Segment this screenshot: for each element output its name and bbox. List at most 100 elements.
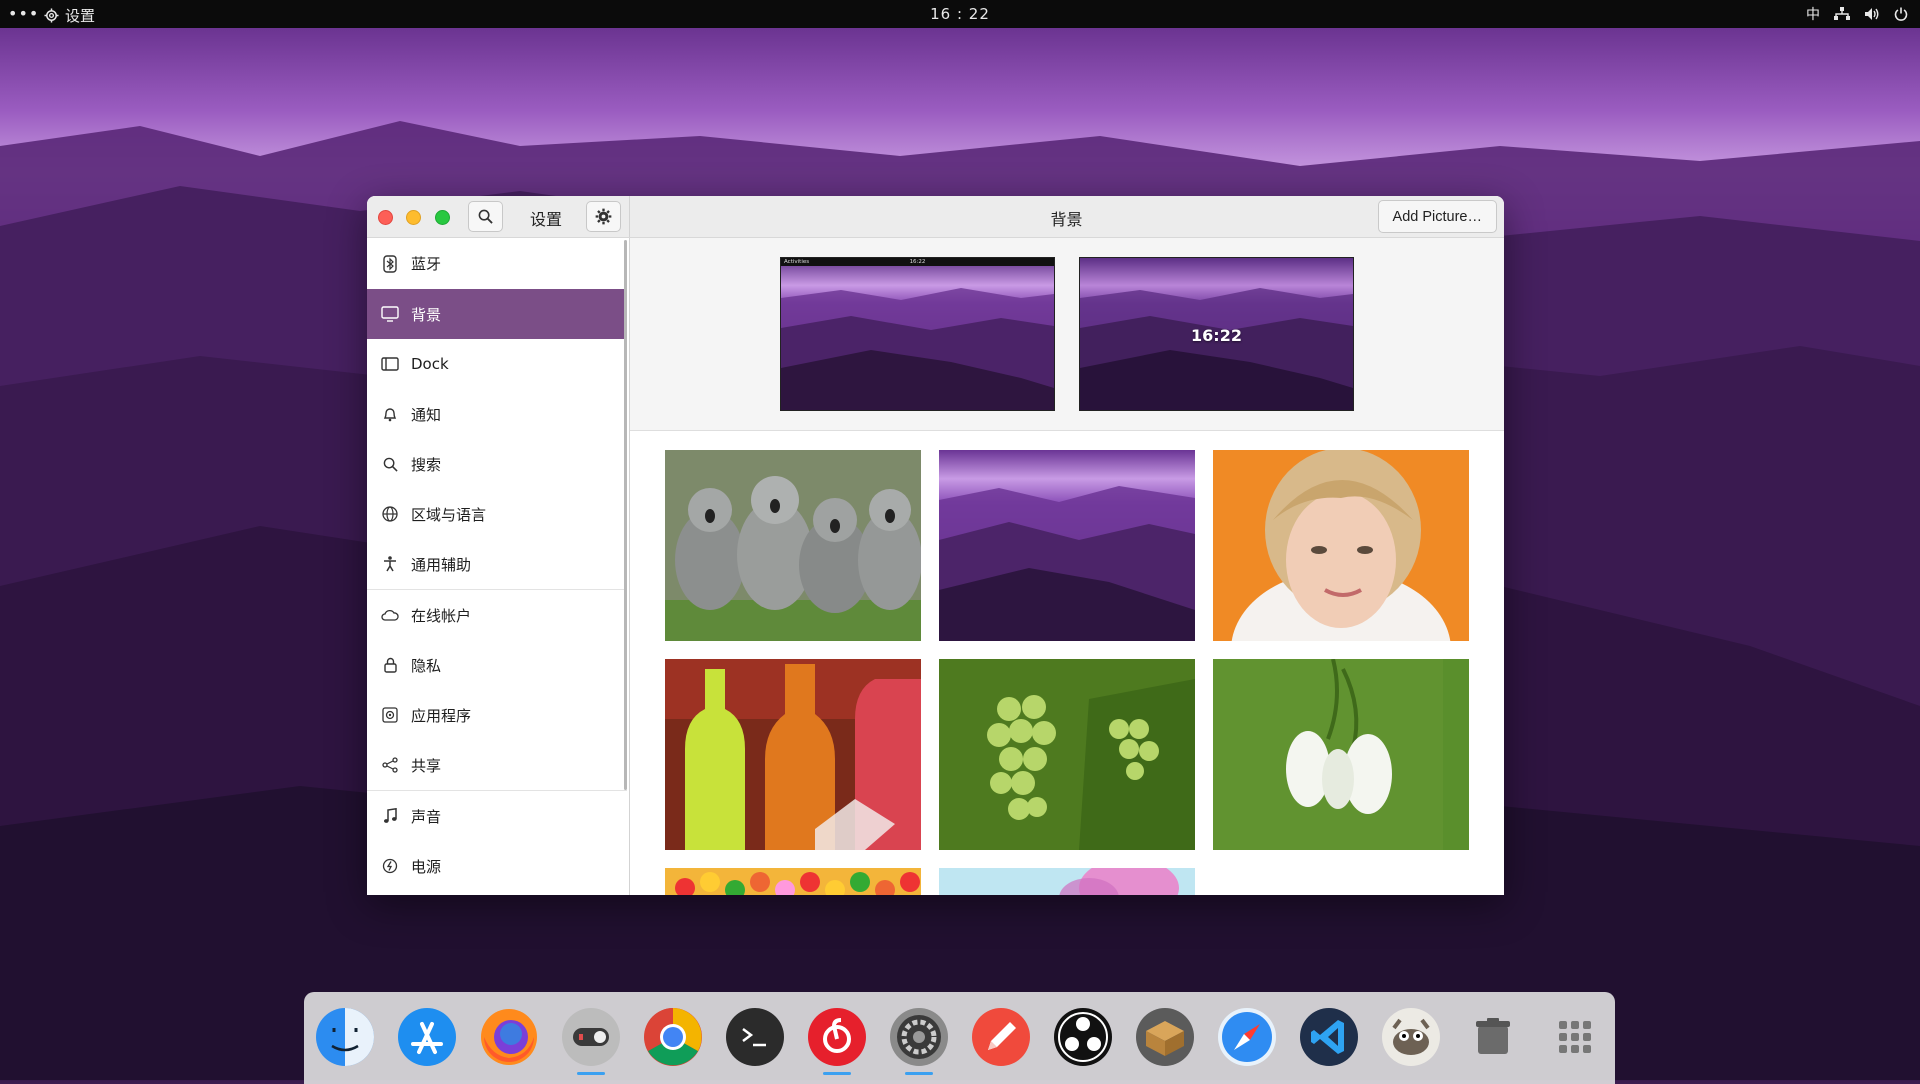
terminal-icon[interactable] <box>724 1006 786 1068</box>
sidebar-item-applications[interactable]: 应用程序 <box>367 690 627 740</box>
sketch-pencil-icon[interactable] <box>970 1006 1032 1068</box>
globe-icon <box>381 505 399 523</box>
network-icon[interactable] <box>1834 7 1850 21</box>
sidebar: 蓝牙 背景 Dock 通知 搜索 区域与语言 通用辅助 在线帐户 隐私 应用程序… <box>367 238 630 895</box>
sidebar-item-label: 区域与语言 <box>411 505 487 524</box>
sidebar-item-accessibility[interactable]: 通用辅助 <box>367 539 627 589</box>
safari-icon[interactable] <box>1216 1006 1278 1068</box>
background-panel: Activities 16:22 16:22 <box>630 238 1504 895</box>
sidebar-item-label: 蓝牙 <box>411 255 442 273</box>
dock <box>304 992 1615 1084</box>
candy-image <box>665 868 921 895</box>
preview-clock-label: 16:22 <box>909 259 926 265</box>
input-method-indicator[interactable]: 中 <box>1806 4 1820 24</box>
clock[interactable]: 16 : 22 <box>0 5 1920 23</box>
wallpaper-thumbnail-portrait[interactable] <box>1213 450 1469 641</box>
sidebar-scrollbar[interactable] <box>624 240 627 790</box>
toggle-settings-icon[interactable] <box>560 1006 622 1068</box>
gimp-icon[interactable] <box>1380 1006 1442 1068</box>
minimize-button[interactable] <box>406 210 421 225</box>
grapes-image <box>939 659 1195 850</box>
dock-icon <box>381 355 399 373</box>
app-grid-icon[interactable] <box>1544 1006 1606 1068</box>
preview-top-bar: Activities 16:22 <box>781 258 1054 266</box>
obs-icon[interactable] <box>1052 1006 1114 1068</box>
finder-icon[interactable] <box>314 1006 376 1068</box>
lock-screen-preview[interactable]: 16:22 <box>1079 257 1354 411</box>
package-box-icon[interactable] <box>1134 1006 1196 1068</box>
sidebar-item-online-accounts[interactable]: 在线帐户 <box>367 590 627 640</box>
netease-music-icon[interactable] <box>806 1006 868 1068</box>
sidebar-item-search[interactable]: 搜索 <box>367 439 627 489</box>
sidebar-item-label: 在线帐户 <box>411 606 472 625</box>
wallpaper-thumbnail-candy[interactable] <box>665 868 921 895</box>
sidebar-item-label: 电源 <box>411 857 442 876</box>
volume-icon[interactable] <box>1864 7 1880 21</box>
drinks-image <box>665 659 921 850</box>
sidebar-header: 设置 <box>367 196 630 237</box>
running-indicator <box>823 1072 851 1075</box>
sidebar-item-privacy[interactable]: 隐私 <box>367 640 627 690</box>
trash-icon[interactable] <box>1462 1006 1524 1068</box>
sidebar-item-label: 共享 <box>411 756 442 775</box>
gear-icon <box>595 208 612 225</box>
accessibility-icon <box>381 555 399 573</box>
power-icon <box>381 857 399 875</box>
running-indicator <box>905 1072 933 1075</box>
settings-window: 设置 背景 Add Picture… 蓝牙 背景 Dock 通知 搜索 区域与语… <box>367 196 1504 895</box>
app-store-icon[interactable] <box>396 1006 458 1068</box>
wallpaper-thumbnail-pink-flower[interactable] <box>939 868 1195 895</box>
lock-icon <box>381 656 399 674</box>
maximize-button[interactable] <box>435 210 450 225</box>
koalas-image <box>665 450 921 641</box>
vscode-icon[interactable] <box>1298 1006 1360 1068</box>
close-button[interactable] <box>378 210 393 225</box>
sidebar-item-label: 通知 <box>411 405 442 424</box>
firefox-icon[interactable] <box>478 1006 540 1068</box>
sidebar-item-label: 搜索 <box>411 455 442 474</box>
purple-hills-image <box>939 450 1195 641</box>
display-icon <box>381 305 399 323</box>
sidebar-item-notifications[interactable]: 通知 <box>367 389 627 439</box>
sidebar-item-label: 通用辅助 <box>411 555 472 574</box>
wallpaper-thumbnail-drinks[interactable] <box>665 659 921 850</box>
sidebar-item-bluetooth[interactable]: 蓝牙 <box>367 238 627 289</box>
sidebar-item-region-language[interactable]: 区域与语言 <box>367 489 627 539</box>
wallpaper-thumbnail-snowdrops[interactable] <box>1213 659 1469 850</box>
current-background-preview: Activities 16:22 16:22 <box>630 238 1504 431</box>
sidebar-item-power[interactable]: 电源 <box>367 841 627 891</box>
add-picture-button[interactable]: Add Picture… <box>1377 200 1497 233</box>
lock-screen-time: 16:22 <box>1191 326 1242 345</box>
desktop-preview[interactable]: Activities 16:22 <box>780 257 1055 411</box>
window-title: 设置 <box>529 210 562 229</box>
sidebar-item-label: Dock <box>411 355 449 373</box>
top-bar: ••• 设置 16 : 22 中 <box>0 0 1920 28</box>
bell-icon <box>381 405 399 423</box>
portrait-image <box>1213 450 1469 641</box>
running-indicator <box>577 1072 605 1075</box>
sidebar-item-sound[interactable]: 声音 <box>367 791 627 841</box>
cloud-icon <box>381 606 399 624</box>
apps-icon <box>381 706 399 724</box>
snowdrops-image <box>1213 659 1469 850</box>
header-bar: 设置 背景 Add Picture… <box>367 196 1504 238</box>
sidebar-item-sharing[interactable]: 共享 <box>367 740 627 790</box>
wallpaper-thumbnail-grapes[interactable] <box>939 659 1195 850</box>
sidebar-item-label: 隐私 <box>411 656 442 675</box>
sidebar-item-background[interactable]: 背景 <box>367 289 627 339</box>
music-note-icon <box>381 807 399 825</box>
wallpaper-thumbnail-koalas[interactable] <box>665 450 921 641</box>
search-button[interactable] <box>468 201 503 232</box>
power-icon[interactable] <box>1894 7 1908 21</box>
system-tray[interactable]: 中 <box>1806 4 1908 24</box>
sidebar-item-dock[interactable]: Dock <box>367 339 627 389</box>
chrome-icon[interactable] <box>642 1006 704 1068</box>
panel-title: 背景 <box>1050 210 1083 229</box>
search-icon <box>478 209 493 224</box>
search-icon <box>381 455 399 473</box>
sidebar-item-label: 背景 <box>411 305 442 324</box>
menu-button[interactable] <box>586 201 621 232</box>
wallpaper-thumbnail-purple-hills[interactable] <box>939 450 1195 641</box>
pink-flower-image <box>939 868 1195 895</box>
system-settings-icon[interactable] <box>888 1006 950 1068</box>
